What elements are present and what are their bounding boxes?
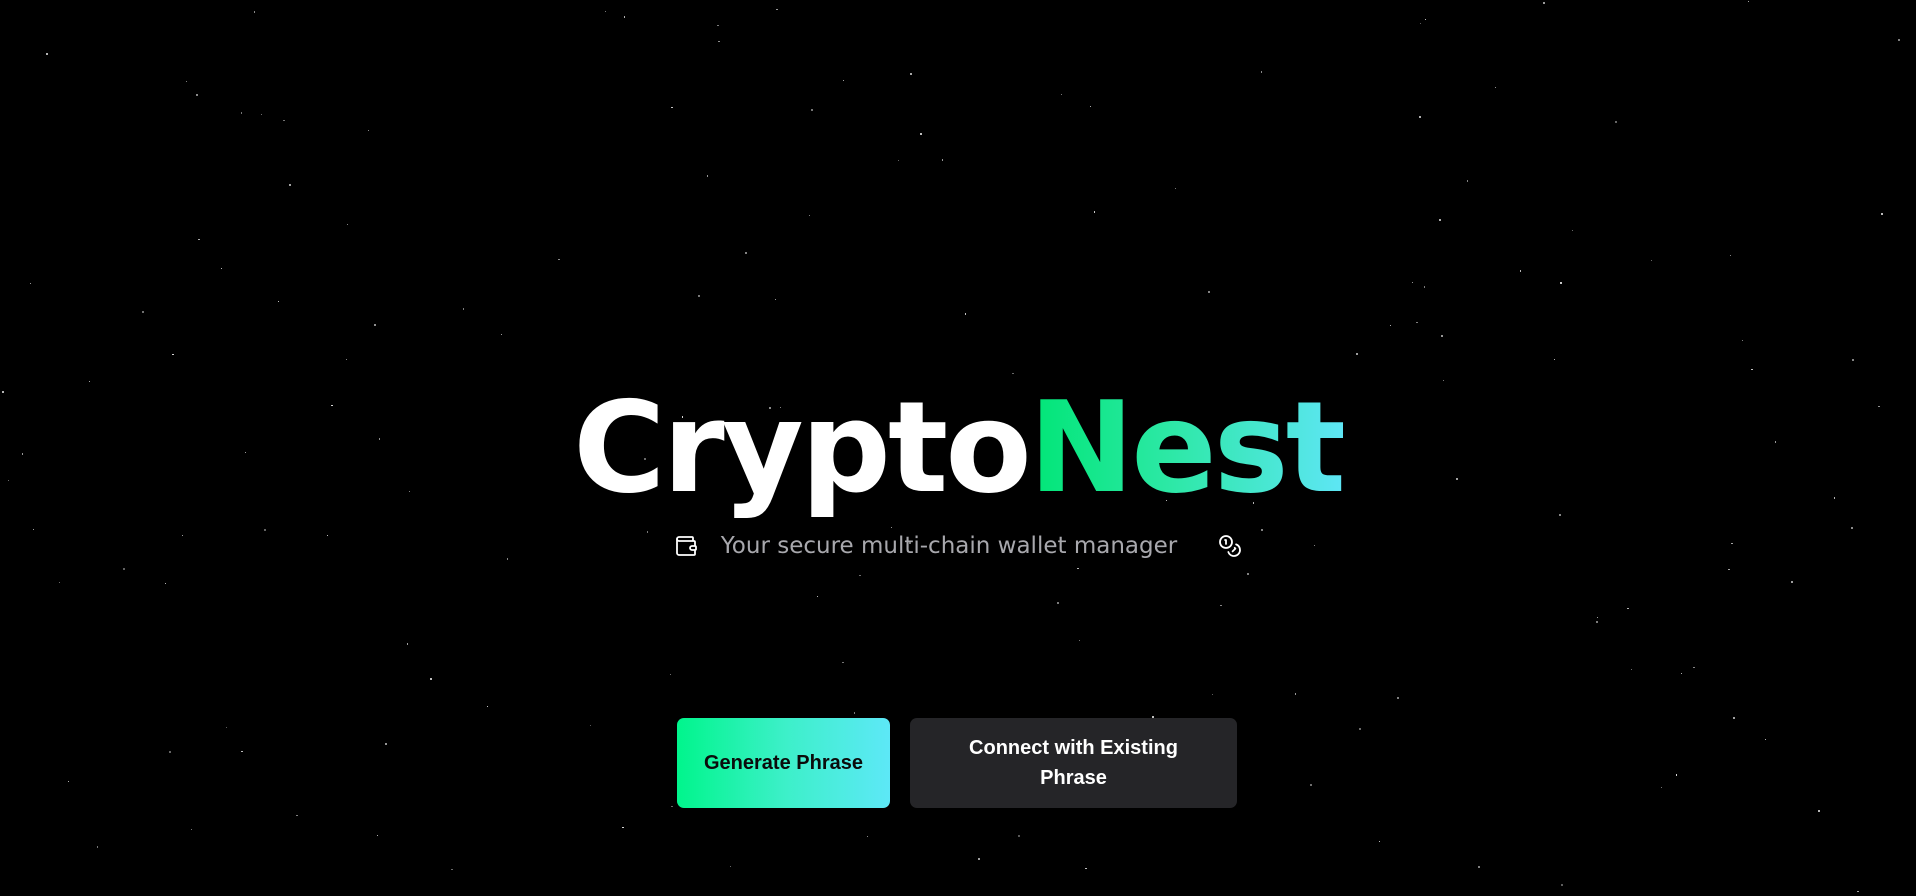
coins-icon — [1217, 533, 1243, 559]
tagline: Your secure multi-chain wallet manager — [0, 530, 1916, 562]
app-title: CryptoNest — [0, 378, 1916, 518]
app-title-crypto: Crypto — [573, 374, 1032, 521]
wallet-icon — [673, 533, 699, 559]
hero-section: CryptoNest Your secure multi-chain walle… — [0, 0, 1916, 896]
generate-phrase-button[interactable]: Generate Phrase — [677, 718, 890, 808]
connect-existing-phrase-button[interactable]: Connect with Existing Phrase — [910, 718, 1237, 808]
action-buttons: Generate Phrase Connect with Existing Ph… — [677, 718, 1237, 808]
app-title-nest: Nest — [1028, 374, 1346, 521]
tagline-text: Your secure multi-chain wallet manager — [720, 533, 1178, 559]
